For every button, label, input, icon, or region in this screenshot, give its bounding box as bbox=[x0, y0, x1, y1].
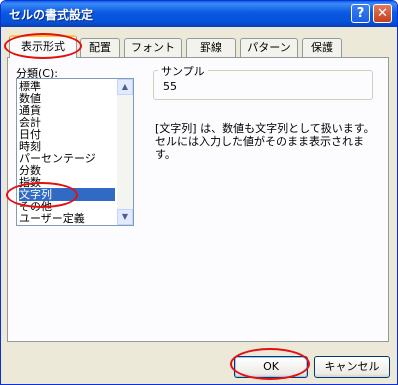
tab-protection[interactable]: 保護 bbox=[302, 38, 342, 57]
scroll-down-icon[interactable]: ▼ bbox=[117, 209, 133, 225]
close-button[interactable]: ✕ bbox=[373, 4, 392, 23]
tab-patterns[interactable]: パターン bbox=[240, 38, 298, 57]
category-listbox[interactable]: 標準 数値 通貨 会計 日付 時刻 パーセンテージ 分数 指数 文字列 その他 … bbox=[16, 78, 134, 226]
tab-border[interactable]: 罫線 bbox=[186, 38, 236, 57]
ok-button[interactable]: OK bbox=[234, 356, 308, 378]
help-button[interactable]: ? bbox=[351, 4, 370, 23]
sample-value: 55 bbox=[163, 80, 177, 93]
scroll-up-icon[interactable]: ▲ bbox=[117, 79, 133, 95]
sample-label: サンプル bbox=[158, 63, 208, 79]
tab-alignment[interactable]: 配置 bbox=[80, 38, 120, 57]
list-scrollbar[interactable]: ▲ ▼ bbox=[117, 79, 133, 225]
title-bar[interactable]: セルの書式設定 ? ✕ bbox=[1, 1, 397, 27]
tab-number[interactable]: 表示形式 bbox=[9, 35, 77, 58]
format-description: [文字列] は、数値も文字列として扱います。セルには入力した値がそのまま表示され… bbox=[155, 122, 375, 161]
list-item[interactable]: ユーザー定義 bbox=[19, 212, 115, 225]
tab-font[interactable]: フォント bbox=[124, 38, 182, 57]
cancel-button[interactable]: キャンセル bbox=[314, 356, 390, 378]
window-title: セルの書式設定 bbox=[9, 8, 94, 22]
